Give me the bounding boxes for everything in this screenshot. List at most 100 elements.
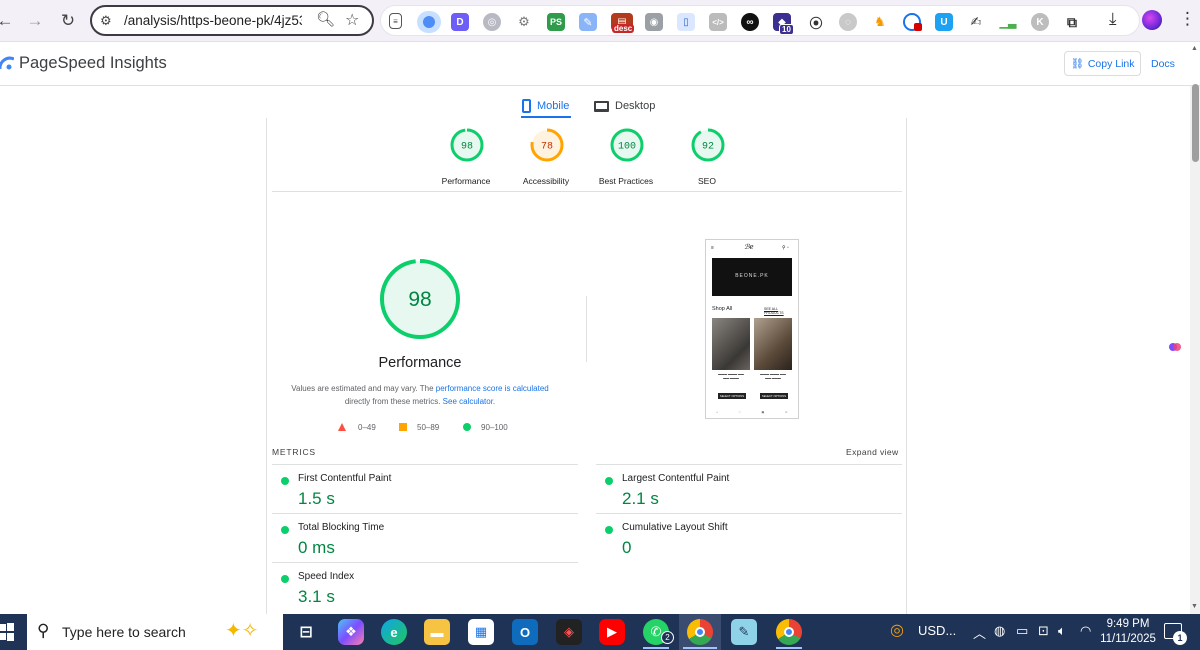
code-extension-icon[interactable]: </> <box>709 13 727 31</box>
display-icon[interactable]: ⊡ <box>1038 623 1049 639</box>
download-icon[interactable]: ⤓ <box>1109 9 1117 29</box>
location-extension-icon[interactable]: ⦿ <box>807 13 825 31</box>
clipboard-extension-icon[interactable]: ▯ <box>677 13 695 31</box>
notification-count: 1 <box>1173 631 1187 645</box>
reading-mode-icon[interactable]: ≡ <box>389 13 402 29</box>
profile-avatar[interactable] <box>1142 10 1162 30</box>
bookmark-star-icon[interactable]: ☆ <box>345 10 359 30</box>
screenshot-hero: BEONE.PK <box>712 258 792 296</box>
docs-link[interactable]: Docs <box>1151 58 1175 70</box>
windows-start-icon[interactable] <box>0 623 14 641</box>
currency-widget[interactable]: USD... <box>918 623 956 638</box>
notepad-icon[interactable]: ✎ <box>731 619 757 645</box>
metric-name: Total Blocking Time <box>298 522 385 533</box>
discord-like-extension-icon[interactable]: D <box>451 13 469 31</box>
volume-icon[interactable]: 🔈︎ <box>1058 623 1066 639</box>
tag-extension-icon[interactable]: ✎ <box>579 13 597 31</box>
globe-extension-icon[interactable]: ◎ <box>483 13 501 31</box>
gauge-seo[interactable]: 92 SEO <box>691 128 725 186</box>
camera-extension-icon[interactable]: ◉ <box>645 13 663 31</box>
menu-kebab-icon[interactable]: ⋮ <box>1179 9 1196 29</box>
scroll-up-arrow-icon[interactable]: ▲ <box>1191 45 1198 52</box>
url-text[interactable]: /analysis/https-beone-pk/4jz53dz <box>124 13 302 28</box>
user-icon: ☺ <box>784 410 788 414</box>
estimate-note: Values are estimated and may vary. The p… <box>280 382 560 408</box>
gear-extension-icon[interactable]: ⚙ <box>515 13 533 31</box>
chat-extension-icon[interactable]: ◌ <box>839 13 857 31</box>
score-calculated-link[interactable]: performance score is calculated <box>436 384 549 393</box>
link-extension-icon[interactable]: ∞ <box>741 13 759 31</box>
microsoft-store-icon[interactable]: ▦ <box>468 619 494 645</box>
clock[interactable]: 9:49 PM 11/11/2025 <box>1098 617 1158 647</box>
reload-icon[interactable]: ↻ <box>57 10 79 32</box>
scroll-down-arrow-icon[interactable]: ▼ <box>1191 603 1198 610</box>
tab-desktop[interactable]: Desktop <box>594 94 655 118</box>
file-explorer-icon[interactable]: ▬ <box>424 619 450 645</box>
page-scrollbar[interactable] <box>1190 86 1200 614</box>
metric-si: Speed Index 3.1 s <box>272 562 578 611</box>
gauge-score: 92 <box>702 142 714 153</box>
address-bar[interactable]: ⚙ /analysis/https-beone-pk/4jz53dz 🔍︎ ☆ <box>90 5 374 36</box>
performance-gauge-large: 98 <box>380 259 460 339</box>
search-icon: ⚲ <box>37 621 50 640</box>
ps-extension-icon[interactable]: PS <box>547 13 565 31</box>
battery-icon[interactable]: ▭ <box>1016 623 1028 639</box>
good-dot-icon <box>605 526 613 534</box>
tab-mobile[interactable]: Mobile <box>522 94 569 118</box>
metric-value: 0 ms <box>298 538 335 557</box>
chrome-profile-icon[interactable] <box>776 619 802 645</box>
back-arrow-icon[interactable]: ← <box>0 10 16 32</box>
copilot-icon[interactable]: ❖ <box>338 619 364 645</box>
legend-poor: 0–49 <box>338 421 376 433</box>
see-calculator-link[interactable]: See calculator <box>443 397 493 406</box>
gauge-score: 98 <box>461 142 473 153</box>
metric-tbt: Total Blocking Time 0 ms <box>272 513 578 562</box>
scrollbar-thumb[interactable] <box>1192 84 1199 162</box>
youtube-icon[interactable]: ▶ <box>599 619 625 645</box>
home-icon: ⌂ <box>716 410 718 414</box>
screenshot-topbar: ≡ ℬ𝑒 ⚲ ▫ <box>706 240 798 258</box>
copy-link-button[interactable]: ⛓ Copy Link <box>1064 51 1141 76</box>
windows-taskbar: ⚲ Type here to search ✦✧ ⊟ ❖ e ▬ ▦ O ◈ ▶… <box>0 614 1200 650</box>
chrome-tray-icon[interactable]: ◍ <box>994 623 1005 639</box>
note-text: Values are estimated and may vary. The <box>291 384 436 393</box>
person-extension-icon[interactable]: ♞ <box>871 13 889 31</box>
currency-coins-icon[interactable]: ◎ <box>890 620 904 640</box>
final-screenshot: ≡ ℬ𝑒 ⚲ ▫ BEONE.PK Shop All SEE ALL PRODU… <box>705 239 799 419</box>
gauge-accessibility[interactable]: 78 Accessibility <box>523 128 569 186</box>
puzzle-extensions-icon[interactable]: ⧉ <box>1063 13 1081 31</box>
triangle-icon <box>338 423 346 431</box>
clock-date: 11/11/2025 <box>1100 633 1156 645</box>
taskbar-search[interactable]: ⚲ Type here to search ✦✧ <box>27 614 283 650</box>
chart-extension-icon[interactable]: ▁▃ <box>999 13 1017 31</box>
sidebar-extension-icon[interactable] <box>1168 340 1182 354</box>
extensions-bar: ≡ D ◎ ⚙ PS ✎ ▤ desc ◉ ▯ </> ∞ ◆ 10 ⦿ ◌ ♞… <box>380 5 1140 36</box>
chrome-icon[interactable] <box>687 619 713 645</box>
edge-icon[interactable]: e <box>381 619 407 645</box>
outlook-icon[interactable]: O <box>512 619 538 645</box>
metric-value: 0 <box>622 538 632 557</box>
pagespeed-extension-icon[interactable] <box>417 11 441 33</box>
zoom-icon[interactable]: 🔍︎ <box>316 10 335 28</box>
forward-arrow-icon[interactable]: → <box>24 10 46 32</box>
k-extension-icon[interactable]: K <box>1031 13 1049 31</box>
task-view-icon[interactable]: ⊟ <box>293 619 319 645</box>
show-hidden-icons-chevron-icon[interactable]: ︿ <box>973 623 986 642</box>
figma-icon[interactable]: ◈ <box>556 619 582 645</box>
expand-view-toggle[interactable]: Expand view <box>846 447 899 457</box>
metric-name: First Contentful Paint <box>298 473 392 484</box>
gauge-performance[interactable]: 98 Performance <box>442 128 490 186</box>
gauge-ring: 98 <box>450 128 484 162</box>
u-extension-icon[interactable]: U <box>935 13 953 31</box>
product-image-2 <box>754 318 792 370</box>
wifi-icon[interactable]: ◠ <box>1080 623 1091 639</box>
gauge-best-practices[interactable]: 100 Best Practices <box>599 128 653 186</box>
legend-good: 90–100 <box>463 421 508 433</box>
see-all-link: SEE ALL PRODUCTS <box>764 307 784 315</box>
whatsapp-badge: 2 <box>661 631 674 644</box>
metric-name: Speed Index <box>298 571 355 582</box>
site-settings-icon[interactable]: ⚙ <box>100 13 112 29</box>
pen-extension-icon[interactable]: ✍ <box>967 13 985 31</box>
gauge-label: Performance <box>441 176 491 186</box>
shop-all-heading: Shop All <box>712 306 733 312</box>
